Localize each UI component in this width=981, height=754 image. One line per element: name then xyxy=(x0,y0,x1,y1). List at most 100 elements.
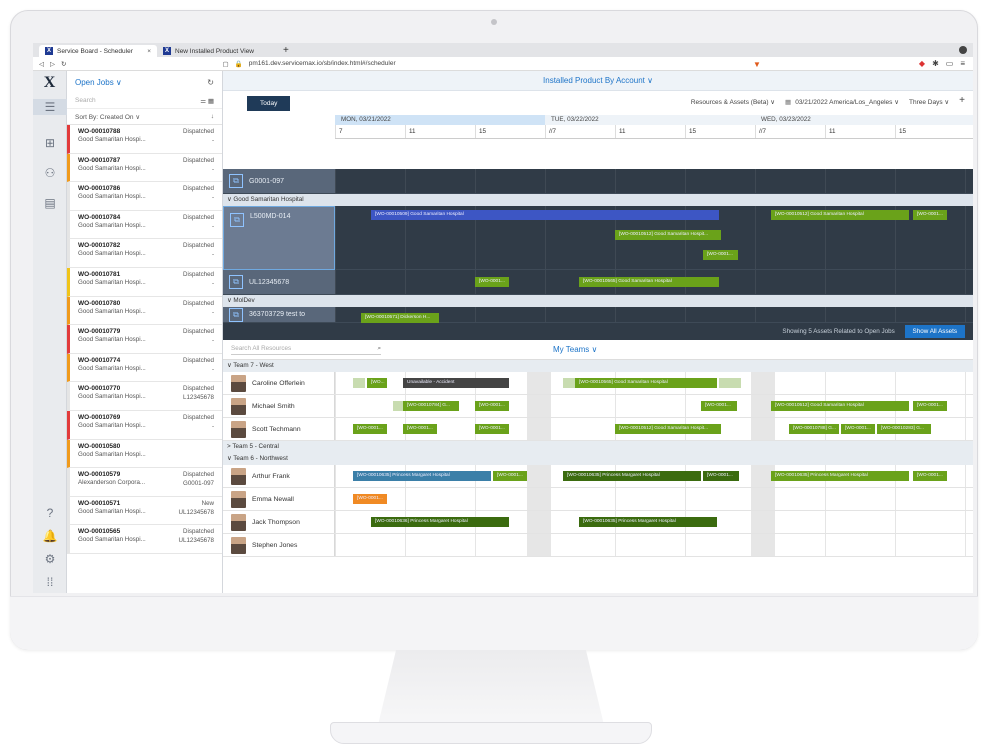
technician-label[interactable]: Jack Thompson xyxy=(223,511,335,533)
brave-shield-icon[interactable]: ▼ xyxy=(753,60,761,69)
schedule-bar[interactable]: [WO... xyxy=(367,378,387,388)
schedule-bar[interactable]: [WO-00010512] Good Samaritan Hospital xyxy=(771,210,909,220)
team-group-label[interactable]: ∨ Team 6 - Northwest xyxy=(223,453,973,465)
schedule-bar[interactable]: [WO-00010509] Good Samaritan Hospital xyxy=(371,210,719,220)
team-icon[interactable]: ⚇ xyxy=(42,165,58,181)
job-list-item[interactable]: WO-00010780 Good Samaritan Hospi... Dispat… xyxy=(67,296,222,326)
back-icon[interactable]: ◁ xyxy=(39,60,44,68)
extension-icon[interactable]: ◆ xyxy=(919,59,925,68)
date-picker[interactable]: 03/21/2022 America/Los_Angeles ∨ xyxy=(795,98,899,106)
reload-icon[interactable]: ↻ xyxy=(61,60,66,68)
puzzle-icon[interactable]: ✱ xyxy=(932,59,939,68)
schedule-bar[interactable]: [WO-0001... xyxy=(841,424,875,434)
apps-grid-icon[interactable]: ⁞⁞ xyxy=(42,574,58,590)
resource-search-input[interactable]: Search All Resources xyxy=(231,345,291,353)
technician-label[interactable]: Caroline Offerlein xyxy=(223,372,335,394)
settings-icon[interactable]: ⚙ xyxy=(42,551,58,567)
schedule-bar[interactable]: [WO-00010635] Princess Margaret Hospital xyxy=(563,471,701,481)
window-close-icon[interactable] xyxy=(959,46,967,54)
technician-label[interactable]: Stephen Jones xyxy=(223,534,335,556)
job-list-item[interactable]: WO-00010774 Good Samaritan Hospi... Dispat… xyxy=(67,353,222,383)
browser-tab-scheduler[interactable]: X Service Board - Scheduler × xyxy=(39,45,157,57)
search-icon[interactable]: ⌕ xyxy=(377,345,381,353)
map-icon[interactable]: ⊞ xyxy=(42,135,58,151)
my-teams-dropdown[interactable]: My Teams ∨ xyxy=(553,345,597,354)
show-all-assets-button[interactable]: Show All Assets xyxy=(904,325,965,338)
schedule-bar[interactable]: [WO-00010512] Good Samaritan Hospital xyxy=(771,401,909,411)
job-list-item[interactable]: WO-00010788 Good Samaritan Hospi... Dispat… xyxy=(67,125,222,154)
team-group-label[interactable]: ∨ Team 7 - West xyxy=(223,360,973,372)
schedule-bar[interactable]: [WO-00010635] Princess Margaret Hospital xyxy=(579,517,717,527)
technician-label[interactable]: Scott Techmann xyxy=(223,418,335,440)
job-list-item[interactable]: WO-00010786 Good Samaritan Hospi... Dispat… xyxy=(67,182,222,211)
schedule-bar[interactable]: [WO-00010635] Princess Margaret Hospital xyxy=(771,471,909,481)
list-view-icon[interactable]: ☰ xyxy=(33,99,67,115)
job-list-item[interactable]: WO-00010579 Alexanderson Corpora... Dispat… xyxy=(67,468,222,497)
schedule-bar[interactable]: [WO-0001... xyxy=(703,471,739,481)
forward-icon[interactable]: ▷ xyxy=(50,60,55,68)
sort-dropdown[interactable]: Sort By: Created On ∨ xyxy=(75,113,140,121)
job-list-item[interactable]: WO-00010571 Good Samaritan Hospi... New UL1… xyxy=(67,496,222,526)
asset-group-label[interactable]: ∨ MolDev xyxy=(223,295,973,307)
schedule-bar[interactable]: [WO-00010571] Dickerson H... xyxy=(361,313,439,323)
schedule-bar[interactable]: [WO-00010788] G... xyxy=(789,424,839,434)
asset-group-label[interactable]: ∨ Good Samaritan Hospital xyxy=(223,194,973,206)
schedule-bar[interactable]: [WO-00010784] G... xyxy=(403,401,459,411)
schedule-bar[interactable]: [WO-00010636] Princess Margaret Hospital xyxy=(371,517,509,527)
schedule-bar[interactable]: [WO-00010283] G... xyxy=(877,424,931,434)
schedule-bar[interactable]: [WO-0001... xyxy=(475,424,509,434)
schedule-bar[interactable]: Unavailable - Accident xyxy=(403,378,509,388)
filter-icon[interactable]: ⚌ ▦ xyxy=(200,97,214,105)
folder-icon[interactable]: ▤ xyxy=(42,195,58,211)
job-list-item[interactable]: WO-00010770 Good Samaritan Hospi... Dispat… xyxy=(67,382,222,411)
job-list-item[interactable]: WO-00010787 Good Samaritan Hospi... Dispat… xyxy=(67,153,222,183)
menu-icon[interactable]: ≡ xyxy=(960,59,965,68)
schedule-bar[interactable]: [WO-0001... xyxy=(913,401,947,411)
technician-label[interactable]: Michael Smith xyxy=(223,395,335,417)
refresh-icon[interactable]: ↻ xyxy=(207,78,214,87)
job-list-item[interactable]: WO-00010580 Good Samaritan Hospi... xyxy=(67,439,222,469)
asset-label[interactable]: ⧉ G0001-097 xyxy=(223,169,335,194)
schedule-bar[interactable]: [WO-0001... xyxy=(475,401,509,411)
schedule-bar[interactable]: [WO-0001... xyxy=(913,210,947,220)
schedule-bar[interactable]: [WO-0001... xyxy=(703,250,738,260)
asset-label[interactable]: ⧉ UL12345678 xyxy=(223,270,335,295)
sidebar-icon[interactable]: ▭ xyxy=(946,59,954,68)
schedule-bar[interactable]: [WO-00010512] Good Samaritan Hospit... xyxy=(615,230,721,240)
bookmark-icon[interactable]: ▢ xyxy=(222,60,228,68)
job-list-item[interactable]: WO-00010565 Good Samaritan Hospi... Dispat… xyxy=(67,525,222,554)
range-dropdown[interactable]: Three Days ∨ xyxy=(909,98,949,106)
url-field[interactable]: pm161.dev.servicemax.io/sb/index.html#/s… xyxy=(249,60,396,67)
job-list-item[interactable]: WO-00010784 Good Samaritan Hospi... Dispat… xyxy=(67,210,222,240)
job-list-item[interactable]: WO-00010782 Good Samaritan Hospi... Dispat… xyxy=(67,239,222,268)
asset-label[interactable]: ⧉ 363703729 test to xyxy=(223,307,335,323)
technician-label[interactable]: Emma Newall xyxy=(223,488,335,510)
schedule-bar[interactable]: [WO-0001... xyxy=(353,494,387,504)
add-button[interactable]: + xyxy=(959,95,965,106)
schedule-bar[interactable]: [WO-0001... xyxy=(493,471,527,481)
open-jobs-dropdown[interactable]: Open Jobs ∨ xyxy=(75,78,122,87)
schedule-bar[interactable]: [WO-00010565] Good Samaritan Hospital xyxy=(575,378,717,388)
sort-direction-icon[interactable]: ↓ xyxy=(211,113,214,120)
view-title-dropdown[interactable]: Installed Product By Account ∨ xyxy=(223,71,973,91)
job-list-item[interactable]: WO-00010769 Good Samaritan Hospi... Dispat… xyxy=(67,410,222,440)
schedule-bar[interactable]: [WO-0001... xyxy=(913,471,947,481)
schedule-bar[interactable]: [WO-0001... xyxy=(701,401,737,411)
new-tab-button[interactable]: + xyxy=(275,45,297,57)
schedule-bar[interactable]: [WO-00010565] Good Samaritan Hospital xyxy=(579,277,719,287)
technician-label[interactable]: Arthur Frank xyxy=(223,465,335,487)
schedule-bar[interactable]: [WO-0001... xyxy=(403,424,437,434)
job-list-item[interactable]: WO-00010779 Good Samaritan Hospi... Dispat… xyxy=(67,325,222,354)
schedule-bar[interactable]: [WO-0001... xyxy=(353,424,387,434)
notification-icon[interactable]: 🔔 xyxy=(42,528,58,544)
jobs-search-input[interactable]: Search xyxy=(75,97,96,104)
help-icon[interactable]: ? xyxy=(42,505,58,521)
schedule-bar[interactable]: [WO-00010512] Good Samaritan Hospit... xyxy=(615,424,721,434)
schedule-bar[interactable]: [WO-0001... xyxy=(475,277,509,287)
browser-tab-installed-product[interactable]: X New Installed Product View xyxy=(157,45,275,57)
resources-dropdown[interactable]: Resources & Assets (Beta) ∨ xyxy=(691,98,775,106)
job-list-item[interactable]: WO-00010781 Good Samaritan Hospi... Dispat… xyxy=(67,267,222,297)
schedule-bar[interactable]: [WO-00010635] Princess Margaret Hospital xyxy=(353,471,491,481)
asset-label[interactable]: ⧉ L500MD-014 xyxy=(223,206,335,270)
today-button[interactable]: Today xyxy=(247,95,291,111)
